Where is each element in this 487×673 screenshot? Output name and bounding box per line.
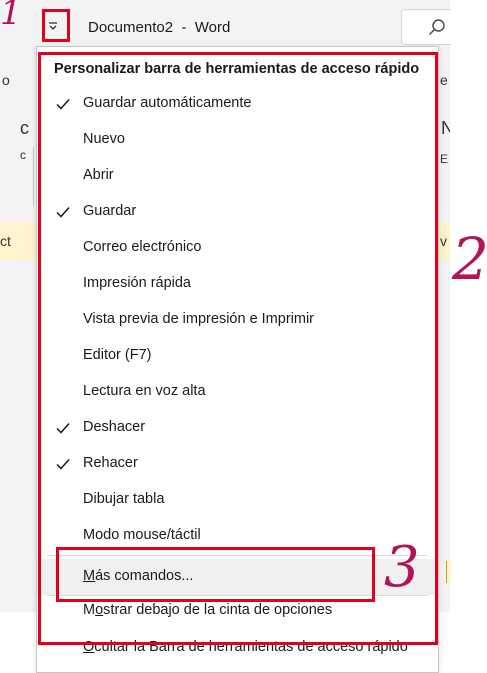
ribbon-fragment: e — [440, 72, 448, 88]
annotation-box-1 — [42, 9, 70, 42]
ribbon-fragment: o — [2, 72, 10, 88]
annotation-number-2: 2 — [452, 225, 487, 293]
ribbon-fragment: v — [440, 233, 447, 249]
yellow-indicator — [446, 561, 451, 583]
ribbon-fragment: E — [440, 152, 449, 166]
ribbon-fragment: c — [20, 118, 29, 138]
annotation-number-1: 1 — [0, 0, 22, 33]
ribbon-left-edge: o c c — [0, 52, 36, 612]
annotation-number-3: 3 — [384, 535, 420, 600]
search-box[interactable] — [401, 9, 451, 45]
ribbon-divider — [33, 147, 34, 207]
info-bar-left: ct — [0, 222, 36, 260]
ribbon-fragment: ct — [0, 233, 11, 249]
annotation-box-3 — [56, 547, 375, 602]
window-title: Documento2 - Word — [88, 19, 231, 36]
ribbon-fragment: N — [441, 118, 450, 138]
search-icon — [429, 19, 445, 35]
ribbon-fragment: c — [20, 148, 26, 162]
